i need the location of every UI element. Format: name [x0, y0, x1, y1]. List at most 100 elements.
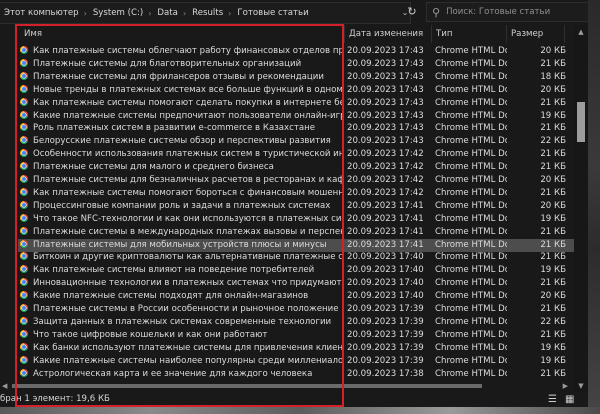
file-row[interactable]: Платежные системы в международных платеж…	[18, 226, 574, 239]
file-size: 19 КБ	[540, 265, 566, 276]
file-name[interactable]: Защита данных в платежных системах совре…	[20, 316, 344, 329]
file-type: Chrome HTML Do...	[435, 239, 507, 250]
file-row[interactable]: Как платежные системы влияют на поведени…	[18, 264, 574, 277]
column-size-header[interactable]: Размер	[507, 25, 565, 43]
file-row[interactable]: Что такое цифровые кошельки и как они ра…	[18, 329, 574, 342]
file-size: 21 КБ	[540, 278, 566, 289]
breadcrumb-item[interactable]: Results	[188, 8, 226, 18]
file-type: Chrome HTML Do...	[435, 252, 507, 263]
file-name[interactable]: Платежные системы для благотворительных …	[20, 58, 344, 71]
file-row[interactable]: Роль платежных систем в развитии e-comme…	[18, 122, 574, 135]
file-name[interactable]: Платежные системы для малого и среднего …	[20, 161, 344, 174]
scroll-right-icon[interactable]: ▶	[563, 380, 568, 392]
search-box[interactable]: ⚲	[426, 2, 600, 22]
file-row[interactable]: Особенности использования платежных сист…	[18, 148, 574, 161]
file-row[interactable]: Платежные системы для благотворительных …	[18, 58, 574, 71]
chevron-right-icon[interactable]: ›	[226, 9, 233, 18]
vertical-scrollbar[interactable]: ▲ ▼	[574, 25, 588, 393]
file-size: 21 КБ	[540, 187, 566, 198]
file-name[interactable]: Как платежные системы помогают бороться …	[20, 187, 344, 200]
file-name-text: Биткоин и другие криптовалюты как альтер…	[33, 252, 344, 263]
file-row[interactable]: Платежные системы для безналичных расчет…	[18, 174, 574, 187]
breadcrumb-item[interactable]: System (C:)	[89, 8, 146, 18]
breadcrumb-item[interactable]: Готовые статьи	[233, 8, 311, 18]
breadcrumb-item[interactable]: Этот компьютер	[0, 8, 82, 18]
file-size: 20 КБ	[540, 84, 566, 95]
file-row[interactable]: Как платежные системы помогают сделать п…	[18, 97, 574, 110]
file-row[interactable]: Платежные системы для фрилансеров отзывы…	[18, 71, 574, 84]
file-name[interactable]: Что такое NFC-технологии и как они испол…	[20, 213, 344, 226]
file-type: Chrome HTML Do...	[435, 355, 507, 366]
file-name[interactable]: Какие платежные системы наиболее популяр…	[20, 355, 344, 368]
file-row[interactable]: Как платежные системы помогают бороться …	[18, 187, 574, 200]
file-name[interactable]: Биткоин и другие криптовалюты как альтер…	[20, 251, 344, 264]
file-size: 20 КБ	[540, 200, 566, 211]
chrome-icon	[20, 149, 28, 158]
file-row[interactable]: Какие платежные системы подходят для онл…	[18, 290, 574, 303]
file-type: Chrome HTML Do...	[435, 136, 507, 147]
file-row[interactable]: Астрологическая карта и ее значение для …	[18, 368, 574, 381]
scroll-up-icon[interactable]: ▲	[574, 25, 588, 39]
file-name[interactable]: Платежные системы для безналичных расчет…	[20, 174, 344, 187]
file-row[interactable]: Как банки используют платежные системы д…	[18, 342, 574, 355]
tiles-view-icon[interactable]: ▦	[565, 394, 574, 405]
file-name[interactable]: Какие платежные системы предпочитают пол…	[20, 110, 344, 123]
file-row[interactable]: Платежные системы для малого и среднего …	[18, 161, 574, 174]
file-date: 20.09.2023 17:42	[347, 175, 424, 185]
column-type-header[interactable]: Тип	[432, 25, 507, 43]
breadcrumb[interactable]: Этот компьютер › System (C:) › Data › Re…	[0, 2, 411, 24]
file-row[interactable]: Что такое NFC-технологии и как они испол…	[18, 213, 574, 226]
file-date: 20.09.2023 17:43	[347, 136, 424, 147]
file-name[interactable]: Платежные системы для мобильных устройст…	[20, 239, 344, 252]
column-date-header[interactable]: Дата изменения	[345, 25, 432, 43]
file-row[interactable]: Платежные системы для мобильных устройст…	[18, 238, 574, 252]
file-name[interactable]: Белорусские платежные системы обзор и пе…	[20, 135, 344, 148]
file-row[interactable]: Какие платежные системы наиболее популяр…	[18, 355, 574, 368]
scrollbar-thumb[interactable]	[577, 102, 585, 142]
file-list: Как платежные системы облегчают работу ф…	[0, 45, 574, 385]
column-name-header[interactable]: Имя	[20, 25, 345, 43]
scroll-down-icon[interactable]: ▼	[574, 379, 588, 393]
file-name[interactable]: Как платежные системы влияют на поведени…	[20, 264, 344, 277]
search-input[interactable]	[446, 7, 587, 17]
chrome-icon	[20, 97, 28, 106]
scrollbar-thumb[interactable]	[12, 384, 482, 388]
file-name[interactable]: Особенности использования платежных сист…	[20, 148, 344, 161]
file-name[interactable]: Платежные системы в международных платеж…	[20, 226, 344, 239]
file-size: 19 КБ	[540, 213, 566, 224]
file-row[interactable]: Какие платежные системы предпочитают пол…	[18, 110, 574, 123]
file-name[interactable]: Что такое цифровые кошельки и как они ра…	[20, 329, 344, 342]
horizontal-scrollbar[interactable]: ◀ ▶	[0, 380, 574, 392]
breadcrumb-item[interactable]: Data	[153, 8, 181, 18]
file-row[interactable]: Инновационные технологии в платежных сис…	[18, 277, 574, 290]
file-type: Chrome HTML Do...	[435, 226, 507, 237]
details-view-icon[interactable]: ☰	[548, 394, 557, 405]
file-size: 22 КБ	[540, 316, 566, 327]
file-name[interactable]: Астрологическая карта и ее значение для …	[20, 368, 344, 381]
file-name[interactable]: Платежные системы для фрилансеров отзывы…	[20, 71, 344, 84]
file-name[interactable]: Новые тренды в платежных системах все бо…	[20, 84, 344, 97]
desktop-background	[0, 407, 600, 414]
file-name[interactable]: Процессинговые компании роль и задачи в …	[20, 200, 344, 213]
chevron-right-icon[interactable]: ›	[82, 9, 89, 18]
refresh-icon[interactable]: ↻	[404, 4, 420, 20]
file-name[interactable]: Платежные системы в России особенности и…	[20, 303, 344, 316]
file-name[interactable]: Роль платежных систем в развитии e-comme…	[20, 122, 344, 135]
scroll-left-icon[interactable]: ◀	[2, 380, 7, 392]
file-name[interactable]: Как платежные системы помогают сделать п…	[20, 97, 344, 110]
file-row[interactable]: Как платежные системы облегчают работу ф…	[18, 45, 574, 58]
file-name-text: Как платежные системы помогают бороться …	[33, 187, 344, 198]
file-name[interactable]: Инновационные технологии в платежных сис…	[20, 277, 344, 290]
file-name-text: Белорусские платежные системы обзор и пе…	[33, 136, 331, 147]
file-name[interactable]: Как банки используют платежные системы д…	[20, 342, 344, 355]
file-row[interactable]: Процессинговые компании роль и задачи в …	[18, 200, 574, 213]
chevron-right-icon[interactable]: ›	[181, 9, 188, 18]
file-name[interactable]: Как платежные системы облегчают работу ф…	[20, 45, 344, 58]
file-row[interactable]: Защита данных в платежных системах совре…	[18, 316, 574, 329]
file-row[interactable]: Белорусские платежные системы обзор и пе…	[18, 135, 574, 148]
file-name[interactable]: Какие платежные системы подходят для онл…	[20, 290, 344, 303]
file-row[interactable]: Платежные системы в России особенности и…	[18, 303, 574, 316]
file-row[interactable]: Биткоин и другие криптовалюты как альтер…	[18, 251, 574, 264]
chevron-right-icon[interactable]: ›	[146, 9, 153, 18]
file-row[interactable]: Новые тренды в платежных системах все бо…	[18, 84, 574, 97]
